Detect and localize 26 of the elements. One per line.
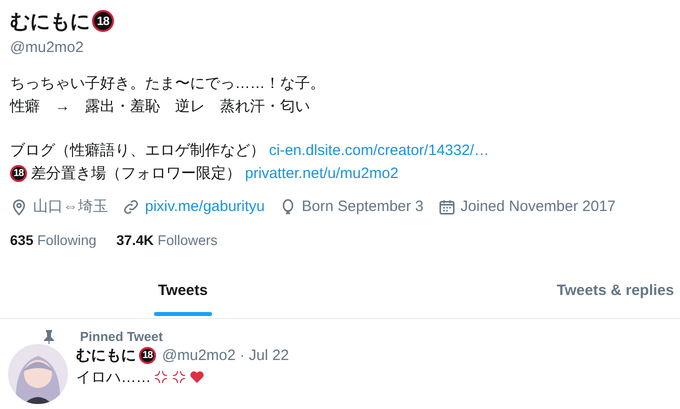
follow-count[interactable]: 635 Following bbox=[10, 232, 96, 248]
pinned-label: Pinned Tweet bbox=[80, 329, 163, 344]
bio-text: ブログ（性癖語り、エロゲ制作など） bbox=[10, 141, 265, 161]
follow-count[interactable]: 37.4K Followers bbox=[116, 232, 218, 248]
tweet-meta: @mu2mo2 · Jul 22 bbox=[162, 346, 289, 364]
age-restriction-badge: 18 bbox=[139, 346, 156, 364]
age-restriction-badge: 18 bbox=[92, 10, 114, 32]
profile-info: Joined November 2017 bbox=[460, 198, 616, 215]
anger-icon bbox=[153, 369, 169, 385]
link-icon bbox=[122, 198, 140, 216]
tweet-text: イロハ…… bbox=[76, 368, 151, 386]
bio-text: 性癖 → 露出・羞恥 逆レ 蒸れ汗・匂い bbox=[10, 97, 310, 117]
heart-icon bbox=[189, 369, 205, 385]
age-restriction-badge: 18 bbox=[10, 165, 27, 182]
anger-icon bbox=[171, 369, 187, 385]
profile-info: 山口⇔埼玉 bbox=[33, 197, 108, 216]
profile-name: むにもに bbox=[10, 10, 90, 34]
profile-tab[interactable]: Tweets & replies bbox=[556, 276, 674, 318]
author-name[interactable]: むにもに bbox=[76, 346, 136, 364]
bio-text: ちっちゃい子好き。たま〜にでっ……！な子。 bbox=[10, 74, 325, 94]
bio-text: 差分置き場（フォロワー限定） bbox=[31, 164, 241, 184]
location-pin-icon bbox=[10, 198, 28, 216]
calendar-icon bbox=[438, 198, 456, 216]
profile-handle: @mu2mo2 bbox=[10, 39, 85, 56]
pin-icon bbox=[44, 330, 54, 344]
profile-info: Born September 3 bbox=[302, 198, 424, 215]
